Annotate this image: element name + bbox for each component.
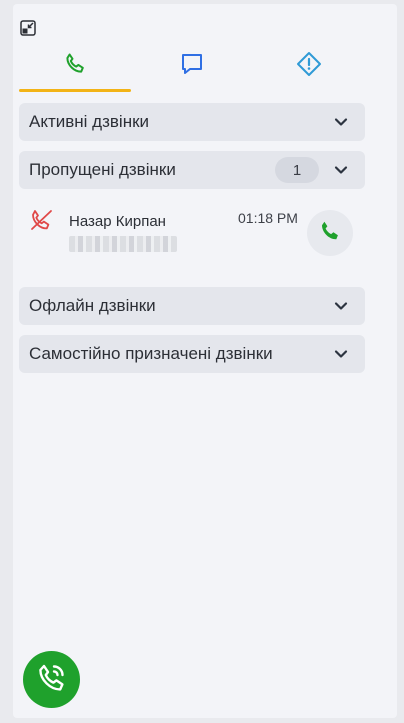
phone-icon — [63, 52, 87, 81]
section-self-assigned-calls[interactable]: Самостійно призначені дзвінки — [19, 335, 365, 373]
phone-fab-button[interactable] — [23, 651, 80, 708]
phone-icon — [318, 219, 342, 248]
section-offline-calls[interactable]: Офлайн дзвінки — [19, 287, 365, 325]
section-label: Пропущені дзвінки — [29, 160, 176, 179]
section-label: Самостійно призначені дзвінки — [29, 344, 273, 363]
tab-bar — [19, 42, 365, 94]
tab-alerts[interactable] — [253, 42, 365, 90]
chat-bubble-icon — [179, 51, 205, 82]
chevron-down-icon — [333, 346, 349, 362]
missed-call-item[interactable]: Назар Кирпан 01:18 PM — [19, 196, 365, 266]
call-time: 01:18 PM — [238, 210, 298, 226]
phone-ringing-icon — [35, 660, 69, 699]
chevron-down-icon — [333, 114, 349, 130]
section-label: Офлайн дзвінки — [29, 296, 156, 315]
callback-button[interactable] — [307, 210, 353, 256]
warning-diamond-icon — [296, 51, 322, 82]
chevron-down-icon — [333, 162, 349, 178]
chevron-down-icon — [333, 298, 349, 314]
collapse-window-icon[interactable] — [20, 20, 36, 36]
missed-call-icon — [29, 208, 55, 234]
caller-name: Назар Кирпан — [69, 213, 166, 230]
missed-count-badge: 1 — [275, 157, 319, 183]
tab-calls[interactable] — [19, 42, 131, 92]
caller-number-redacted — [69, 236, 177, 252]
section-label: Активні дзвінки — [29, 112, 150, 131]
tab-chats[interactable] — [136, 42, 248, 90]
section-active-calls[interactable]: Активні дзвінки — [19, 103, 365, 141]
section-missed-calls[interactable]: Пропущені дзвінки 1 — [19, 151, 365, 189]
